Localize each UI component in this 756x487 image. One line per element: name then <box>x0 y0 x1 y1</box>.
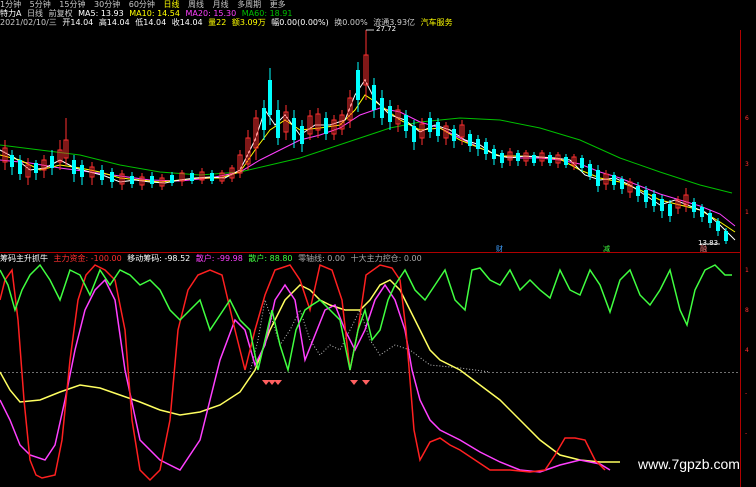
svg-text:4: 4 <box>745 347 749 354</box>
svg-text:-: - <box>745 390 747 397</box>
chart-canvas: 6 3 1 1 8 4 - - <box>0 29 749 487</box>
ma10-line <box>0 94 736 233</box>
margin-marker[interactable]: 融 <box>700 244 707 254</box>
svg-text:1: 1 <box>745 209 749 216</box>
reduce-marker[interactable]: 减 <box>603 244 610 254</box>
svg-text:8: 8 <box>745 307 749 314</box>
watermark: www.7gpzb.com <box>638 456 740 472</box>
high-price-label: 27.72 <box>376 25 397 33</box>
green-indicator-line <box>0 263 732 373</box>
ma20-line <box>0 107 736 227</box>
magenta-indicator-line <box>0 278 611 473</box>
finance-marker[interactable]: 财 <box>496 244 503 254</box>
svg-text:1: 1 <box>745 267 749 274</box>
svg-text:6: 6 <box>745 115 749 122</box>
candle-group <box>2 30 728 244</box>
svg-text:-: - <box>745 430 747 437</box>
buy-signal-markers <box>262 380 370 385</box>
svg-text:3: 3 <box>745 161 749 168</box>
dotted-white-line <box>249 298 491 373</box>
